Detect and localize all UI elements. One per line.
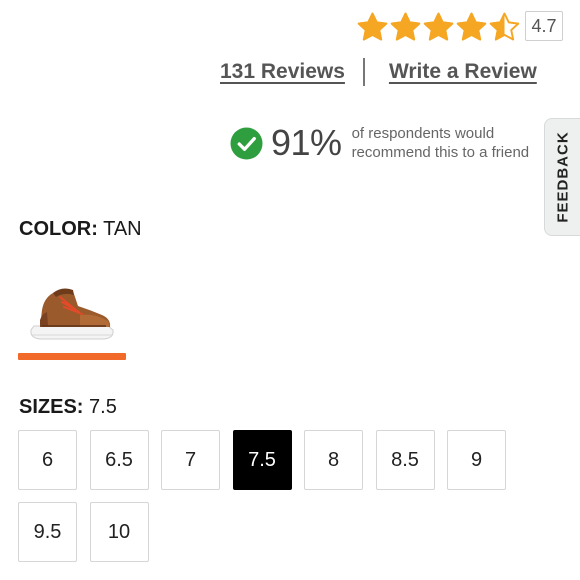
- star-full-icon: [456, 12, 487, 41]
- star-half-icon: [489, 12, 520, 41]
- size-option-10[interactable]: 10: [89, 502, 149, 562]
- sizes-label: SIZES: 7.5: [19, 396, 117, 419]
- size-option-9[interactable]: 9: [447, 430, 506, 490]
- size-option-7[interactable]: 7: [161, 430, 220, 490]
- color-swatch-tan[interactable]: [18, 280, 126, 360]
- recommend-text-line: recommend this to a friend: [351, 144, 530, 161]
- reviews-count-link[interactable]: 131 Reviews: [220, 60, 345, 84]
- size-option-6[interactable]: 6: [18, 430, 77, 490]
- size-option-8[interactable]: 8: [304, 430, 363, 490]
- shoe-image: [30, 288, 114, 340]
- feedback-tab[interactable]: FEEDBACK: [544, 118, 580, 236]
- review-links: 131 Reviews Write a Review: [220, 58, 537, 86]
- rating-summary: 4.7: [356, 8, 563, 44]
- star-full-icon: [423, 12, 454, 41]
- size-option-6-5[interactable]: 6.5: [89, 430, 149, 490]
- color-label: COLOR: TAN: [19, 218, 142, 241]
- recommend-text: of respondents would recommend this to a…: [352, 124, 530, 162]
- recommend-summary: 91% of respondents would recommend this …: [230, 122, 529, 164]
- color-key: COLOR:: [19, 218, 98, 240]
- size-selector: 6 6.5 7 7.5 8 8.5 9 9.5 10: [18, 430, 518, 562]
- recommend-percent: 91%: [271, 122, 342, 163]
- recommend-text-line: of respondents would: [351, 125, 495, 142]
- sizes-key: SIZES:: [19, 396, 84, 418]
- selected-swatch-indicator: [18, 353, 126, 360]
- divider: [362, 58, 365, 86]
- check-circle-icon: [230, 126, 263, 160]
- size-option-7-5[interactable]: 7.5: [232, 430, 292, 490]
- star-rating: [356, 10, 521, 43]
- write-review-link[interactable]: Write a Review: [389, 60, 537, 84]
- rating-value: 4.7: [525, 11, 563, 41]
- sizes-selected-value: 7.5: [89, 396, 117, 418]
- size-option-9-5[interactable]: 9.5: [18, 502, 77, 562]
- feedback-label: FEEDBACK: [554, 131, 572, 223]
- size-option-8-5[interactable]: 8.5: [375, 430, 435, 490]
- star-full-icon: [357, 12, 388, 41]
- star-full-icon: [390, 12, 421, 41]
- color-value: TAN: [103, 218, 142, 240]
